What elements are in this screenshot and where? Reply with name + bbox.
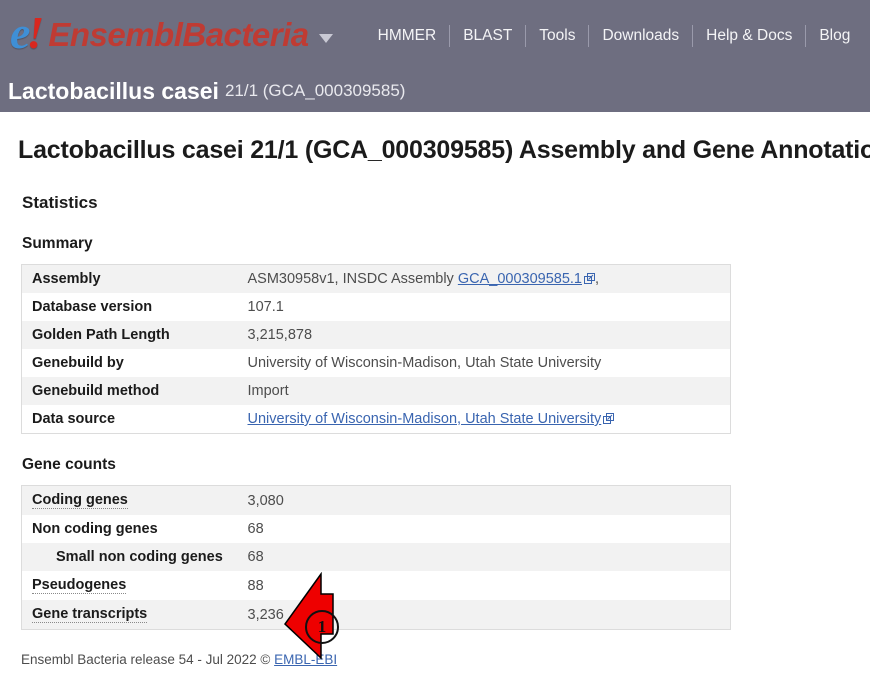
nav-item-help-and-docs[interactable]: Help & Docs bbox=[693, 27, 805, 45]
summary-table: Assembly ASM30958v1, INSDC Assembly GCA_… bbox=[21, 264, 731, 434]
chevron-down-icon[interactable] bbox=[318, 33, 333, 43]
site-masthead: e ! EnsemblBacteria HMMER BLAST Tools Do… bbox=[0, 0, 870, 112]
logo-exclamation-icon: ! bbox=[26, 7, 45, 58]
gene-transcripts-helptip[interactable]: Gene transcripts bbox=[32, 606, 148, 623]
summary-value-genebuild-method: Import bbox=[247, 383, 289, 399]
table-row: Genebuild method Import bbox=[21, 377, 731, 405]
summary-value-data-source: University of Wisconsin-Madison, Utah St… bbox=[238, 405, 731, 434]
site-header: e ! EnsemblBacteria HMMER BLAST Tools Do… bbox=[0, 0, 870, 68]
table-row: Coding genes 3,080 bbox=[21, 485, 731, 516]
gene-count-value-pseudogenes: 88 bbox=[247, 577, 264, 594]
external-link-icon bbox=[603, 413, 615, 424]
summary-value-assembly: ASM30958v1, INSDC Assembly GCA_000309585… bbox=[238, 265, 731, 294]
nav-item-tools[interactable]: Tools bbox=[526, 27, 588, 45]
gene-count-value-gene-transcripts: 3,236 bbox=[247, 606, 284, 623]
table-row: Small non coding genes 68 bbox=[21, 543, 731, 571]
ensembl-logo[interactable]: e ! EnsemblBacteria bbox=[4, 7, 309, 58]
species-bar: Lactobacillus casei 21/1 (GCA_000309585) bbox=[0, 68, 870, 113]
table-row: Pseudogenes 88 bbox=[21, 571, 731, 600]
summary-label-assembly: Assembly bbox=[32, 271, 101, 287]
summary-label-database-version: Database version bbox=[32, 299, 153, 315]
data-source-link[interactable]: University of Wisconsin-Madison, Utah St… bbox=[248, 411, 602, 427]
gene-count-label-gene-transcripts: Gene transcripts bbox=[22, 600, 238, 630]
gene-count-label-small-non-coding-genes: Small non coding genes bbox=[56, 549, 223, 565]
table-row: Database version 107.1 bbox=[21, 293, 731, 321]
table-row: Non coding genes 68 bbox=[21, 515, 731, 543]
summary-heading: Summary bbox=[22, 235, 93, 252]
species-name: Lactobacillus casei bbox=[8, 77, 219, 104]
statistics-heading: Statistics bbox=[22, 193, 98, 212]
table-row: Golden Path Length 3,215,878 bbox=[21, 321, 731, 349]
coding-genes-helptip[interactable]: Coding genes bbox=[32, 492, 128, 509]
nav-item-hmmer[interactable]: HMMER bbox=[365, 27, 450, 45]
nav-item-downloads[interactable]: Downloads bbox=[589, 27, 692, 45]
external-link-icon bbox=[584, 273, 595, 284]
table-row: Assembly ASM30958v1, INSDC Assembly GCA_… bbox=[21, 264, 731, 294]
assembly-value-prefix: ASM30958v1, INSDC Assembly bbox=[247, 271, 458, 287]
table-row: Genebuild by University of Wisconsin-Mad… bbox=[21, 349, 731, 377]
gene-count-label-non-coding-genes: Non coding genes bbox=[32, 521, 158, 537]
summary-value-database-version: 107.1 bbox=[247, 299, 284, 315]
assembly-accession-link[interactable]: GCA_000309585.1 bbox=[458, 271, 582, 287]
species-strain: 21/1 (GCA_000309585) bbox=[224, 81, 406, 100]
gene-count-label-pseudogenes: Pseudogenes bbox=[22, 571, 238, 600]
gene-count-value-coding-genes: 3,080 bbox=[247, 492, 284, 509]
page-footer: Ensembl Bacteria release 54 - Jul 2022 ©… bbox=[21, 652, 854, 667]
gene-count-value-small-non-coding-genes: 68 bbox=[247, 549, 264, 565]
summary-label-genebuild-by: Genebuild by bbox=[32, 355, 124, 371]
page-title: Lactobacillus casei 21/1 (GCA_000309585)… bbox=[18, 136, 870, 164]
assembly-value-suffix: , bbox=[595, 271, 600, 287]
main-navigation: HMMER BLAST Tools Downloads Help & Docs … bbox=[365, 25, 864, 47]
footer-release-text: Ensembl Bacteria release 54 - Jul 2022 © bbox=[21, 652, 275, 667]
pseudogenes-helptip[interactable]: Pseudogenes bbox=[32, 577, 127, 594]
gene-count-value-non-coding-genes: 68 bbox=[247, 521, 264, 537]
table-row: Gene transcripts 3,236 bbox=[21, 600, 731, 630]
main-content: Lactobacillus casei 21/1 (GCA_000309585)… bbox=[0, 136, 870, 667]
gene-counts-table: Coding genes 3,080 Non coding genes 68 S… bbox=[21, 485, 731, 630]
table-row: Data source University of Wisconsin-Madi… bbox=[21, 405, 731, 434]
summary-value-golden-path-length: 3,215,878 bbox=[247, 327, 313, 343]
gene-count-label-coding-genes: Coding genes bbox=[22, 486, 238, 516]
chevron-down-glyph bbox=[318, 33, 333, 43]
nav-item-blog[interactable]: Blog bbox=[806, 27, 863, 45]
site-name: EnsemblBacteria bbox=[48, 15, 309, 53]
summary-value-genebuild-by: University of Wisconsin-Madison, Utah St… bbox=[247, 355, 602, 371]
summary-label-golden-path-length: Golden Path Length bbox=[32, 327, 170, 343]
nav-item-blast[interactable]: BLAST bbox=[450, 27, 525, 45]
summary-label-data-source: Data source bbox=[32, 411, 116, 427]
footer-embl-ebi-link[interactable]: EMBL-EBI bbox=[274, 652, 337, 667]
summary-label-genebuild-method: Genebuild method bbox=[32, 383, 160, 399]
gene-counts-heading: Gene counts bbox=[22, 456, 116, 473]
